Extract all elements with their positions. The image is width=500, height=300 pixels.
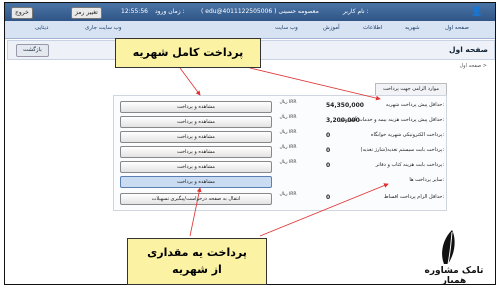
view-pay-button[interactable]: مشاهده و پرداخت — [120, 131, 272, 143]
row-currency: ریال IRR — [279, 160, 297, 165]
view-pay-button[interactable]: مشاهده و پرداخت — [120, 146, 272, 158]
payment-row-installments: حداقل الزام پرداخت اقساط: 0 ریال IRR انت… — [114, 192, 446, 206]
view-pay-button[interactable]: مشاهده و پرداخت — [120, 101, 272, 113]
payment-row-books: پرداخت بابت هزینه کتاب و دفاتر: 0 ریال I… — [114, 160, 446, 174]
user-name: ( edu@4011122505006 ) معصومه حسینی — [201, 8, 319, 15]
payment-row-food: پرداخت بابت سیستم تغذیه(شارژ تغذیه): 0 ر… — [114, 145, 446, 159]
row-amount: 3,200,000 — [326, 117, 360, 124]
row-label: حداقل الزام پرداخت اقساط: — [383, 194, 444, 200]
row-label: حداقل پیش پرداخت شهریه: — [385, 102, 444, 108]
nav-item-website[interactable]: وب سایت — [275, 25, 298, 31]
row-currency: ریال IRR — [279, 130, 297, 135]
row-amount: 0 — [326, 132, 331, 139]
row-amount: 0 — [326, 194, 331, 201]
partial-payment-callout: پرداخت یه مقداری از شهریه — [127, 238, 267, 285]
user-label: نام کاربر : — [343, 8, 369, 15]
page-title: صفحه اول — [449, 45, 488, 54]
row-label: پرداخت بابت هزینه کتاب و دفاتر: — [375, 162, 444, 168]
view-pay-button[interactable]: مشاهده و پرداخت — [120, 116, 272, 128]
row-label: پرداخت بابت سیستم تغذیه(شارژ تغذیه): — [360, 147, 444, 153]
nav-item-education[interactable]: آموزش — [323, 25, 340, 31]
back-button[interactable]: بازگشت — [16, 44, 49, 57]
nav-bar: صفحه اول شهریه اطلاعات آموزش وب سایت وب … — [5, 21, 495, 39]
row-currency: ریال IRR — [279, 145, 297, 150]
row-label: پرداخت الکترونیکی شهریه خوابگاه: — [370, 132, 444, 138]
partial-payment-line2: از شهریه — [172, 263, 222, 276]
row-amount: 54,350,000 — [326, 102, 364, 109]
row-amount: 0 — [326, 162, 331, 169]
exit-button[interactable]: خروج — [11, 7, 33, 19]
full-payment-callout: پرداخت کامل شهریه — [115, 38, 261, 68]
row-amount: 0 — [326, 147, 331, 154]
user-icon: 👤 — [471, 7, 483, 17]
login-time-label: زمان ورود : — [155, 8, 185, 15]
row-label: سایر پرداخت ها: — [409, 177, 444, 183]
breadcrumb[interactable]: صفحه اول > — [460, 63, 488, 69]
payment-row-dormitory: پرداخت الکترونیکی شهریه خوابگاه: 0 ریال … — [114, 130, 446, 144]
payment-row-insurance: حداقل پیش پرداخت هزینه بیمه و خدمات آموز… — [114, 115, 446, 129]
nav-item-home[interactable]: صفحه اول — [445, 25, 469, 31]
nav-item-current-website[interactable]: وب سایت جاری — [85, 25, 122, 31]
login-time: 12:55:56 — [121, 8, 148, 15]
nav-item-info[interactable]: اطلاعات — [363, 25, 382, 31]
change-password-button[interactable]: تغییر رمز — [71, 7, 102, 19]
loan-request-button[interactable]: انتقال به صفحه درخواست/پیگیری تسهیلات — [120, 193, 272, 205]
view-pay-button[interactable]: مشاهده و پرداخت — [120, 161, 272, 173]
payment-row-other: سایر پرداخت ها: مشاهده و پرداخت — [114, 175, 446, 189]
partial-payment-line1: پرداخت یه مقداری — [147, 246, 247, 259]
view-pay-button[interactable]: مشاهده و پرداخت — [120, 176, 272, 188]
row-currency: ریال IRR — [279, 115, 297, 120]
top-bar: خروج تغییر رمز 12:55:56 زمان ورود : ( ed… — [5, 3, 495, 21]
payment-row-tuition: حداقل پیش پرداخت شهریه: 54,350,000 ریال … — [114, 100, 446, 114]
payments-panel: حداقل پیش پرداخت شهریه: 54,350,000 ریال … — [113, 95, 447, 211]
watermark-text: تامک مشاوره همیار — [424, 266, 484, 286]
nav-item-data[interactable]: دیتایی — [35, 25, 48, 31]
nav-item-tuition[interactable]: شهریه — [405, 25, 420, 31]
row-currency: ریال IRR — [279, 100, 297, 105]
quill-logo-icon — [442, 230, 455, 265]
row-currency: ریال IRR — [279, 192, 297, 197]
